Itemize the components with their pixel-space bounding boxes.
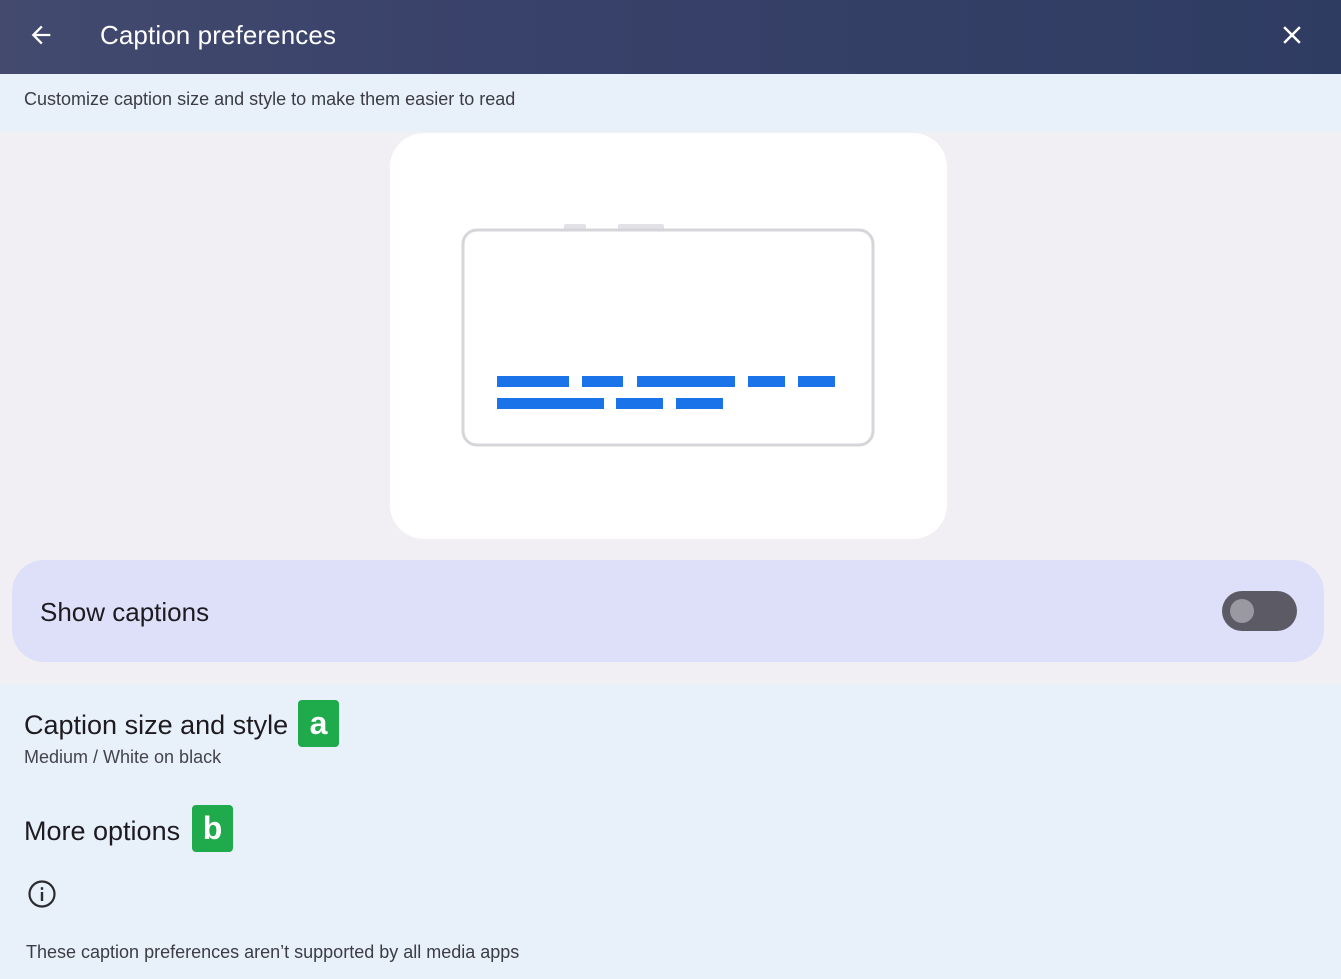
info-icon (28, 880, 56, 908)
caption-preview-illustration (461, 224, 875, 447)
switch-knob (1230, 599, 1254, 623)
back-button[interactable] (22, 16, 60, 54)
show-captions-label: Show captions (40, 597, 210, 627)
caption-preview-card (390, 133, 947, 539)
top-app-bar: Caption preferences (0, 0, 1341, 74)
label-badge-a: a (298, 700, 339, 747)
close-button[interactable] (1273, 16, 1311, 54)
arrow-left-icon (31, 25, 51, 45)
label-badge-b: b (192, 805, 233, 852)
caption-size-style-item[interactable]: Caption size and style (24, 708, 288, 742)
caption-size-style-title: Caption size and style (24, 710, 289, 740)
close-icon (1283, 26, 1301, 44)
show-captions-row[interactable]: Show captions (12, 560, 1324, 662)
footer-note: These caption preferences aren’t support… (26, 942, 520, 962)
caption-size-style-summary: Medium / White on black (24, 747, 222, 767)
more-options-title: More options (24, 816, 181, 846)
more-options-item[interactable]: More options (24, 814, 180, 848)
page-subtitle: Customize caption size and style to make… (24, 89, 516, 109)
show-captions-switch[interactable] (1222, 591, 1297, 631)
page-title: Caption preferences (100, 20, 337, 50)
